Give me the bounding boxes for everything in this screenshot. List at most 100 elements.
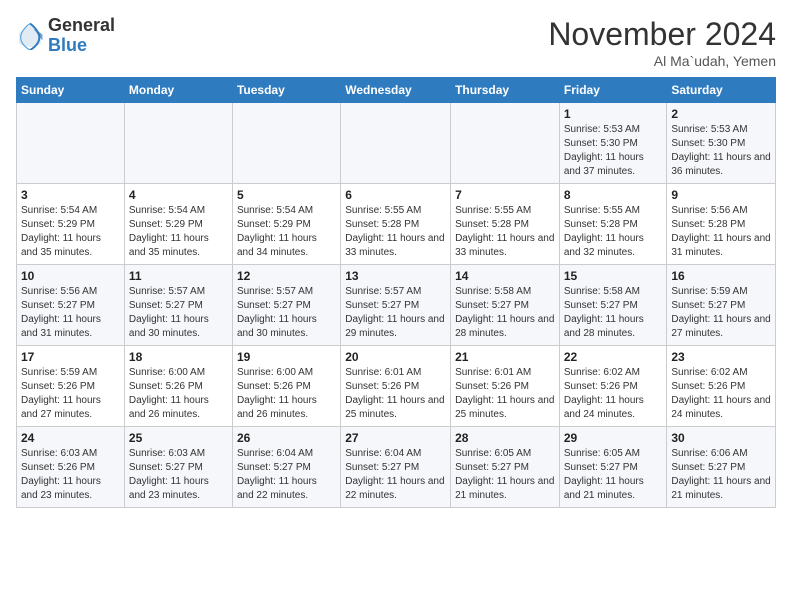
day-number: 18 [129,350,228,364]
day-number: 8 [564,188,663,202]
day-info: Sunrise: 6:05 AM Sunset: 5:27 PM Dayligh… [455,447,555,503]
day-number: 12 [237,269,336,283]
calendar-cell: 12 Sunrise: 5:57 AM Sunset: 5:27 PM Dayli… [232,265,340,346]
day-info: Sunrise: 6:02 AM Sunset: 5:26 PM Dayligh… [671,366,771,422]
day-info: Sunrise: 5:56 AM Sunset: 5:27 PM Dayligh… [21,285,120,341]
day-number: 23 [671,350,771,364]
day-number: 6 [345,188,446,202]
title-block: November 2024 Al Ma`udah, Yemen [548,16,776,69]
day-number: 11 [129,269,228,283]
day-number: 3 [21,188,120,202]
calendar-week-row: 17 Sunrise: 5:59 AM Sunset: 5:26 PM Dayli… [17,346,776,427]
weekday-header: Tuesday [232,78,340,103]
calendar-cell: 22 Sunrise: 6:02 AM Sunset: 5:26 PM Dayli… [559,346,667,427]
weekday-header: Wednesday [341,78,451,103]
calendar-cell: 14Sunrise: 5:58 AM Sunset: 5:27 PM Dayli… [451,265,560,346]
day-number: 2 [671,107,771,121]
calendar-cell: 17 Sunrise: 5:59 AM Sunset: 5:26 PM Dayli… [17,346,125,427]
day-number: 24 [21,431,120,445]
calendar-cell: 4 Sunrise: 5:54 AM Sunset: 5:29 PM Daylig… [124,184,232,265]
calendar-cell: 2Sunrise: 5:53 AM Sunset: 5:30 PM Daylig… [667,103,776,184]
day-number: 7 [455,188,555,202]
calendar-week-row: 1 Sunrise: 5:53 AM Sunset: 5:30 PM Daylig… [17,103,776,184]
day-info: Sunrise: 6:05 AM Sunset: 5:27 PM Dayligh… [564,447,663,503]
calendar-cell [17,103,125,184]
day-number: 15 [564,269,663,283]
calendar-cell: 10 Sunrise: 5:56 AM Sunset: 5:27 PM Dayli… [17,265,125,346]
weekday-header: Monday [124,78,232,103]
day-info: Sunrise: 6:00 AM Sunset: 5:26 PM Dayligh… [237,366,336,422]
page-header: General Blue November 2024 Al Ma`udah, Y… [16,16,776,69]
calendar-cell: 27 Sunrise: 6:04 AM Sunset: 5:27 PM Dayli… [341,427,451,508]
day-info: Sunrise: 5:54 AM Sunset: 5:29 PM Dayligh… [129,204,228,260]
logo-text: General Blue [48,16,115,56]
day-number: 19 [237,350,336,364]
calendar-cell [232,103,340,184]
calendar-cell: 5 Sunrise: 5:54 AM Sunset: 5:29 PM Daylig… [232,184,340,265]
weekday-header: Saturday [667,78,776,103]
calendar-cell [124,103,232,184]
month-title: November 2024 [548,16,776,53]
day-number: 5 [237,188,336,202]
day-number: 27 [345,431,446,445]
day-info: Sunrise: 6:01 AM Sunset: 5:26 PM Dayligh… [345,366,446,422]
day-info: Sunrise: 5:54 AM Sunset: 5:29 PM Dayligh… [21,204,120,260]
day-number: 10 [21,269,120,283]
day-info: Sunrise: 6:04 AM Sunset: 5:27 PM Dayligh… [345,447,446,503]
weekday-header: Friday [559,78,667,103]
calendar-week-row: 3 Sunrise: 5:54 AM Sunset: 5:29 PM Daylig… [17,184,776,265]
day-info: Sunrise: 6:02 AM Sunset: 5:26 PM Dayligh… [564,366,663,422]
day-info: Sunrise: 5:59 AM Sunset: 5:27 PM Dayligh… [671,285,771,341]
day-info: Sunrise: 6:04 AM Sunset: 5:27 PM Dayligh… [237,447,336,503]
day-info: Sunrise: 6:00 AM Sunset: 5:26 PM Dayligh… [129,366,228,422]
calendar-cell: 9Sunrise: 5:56 AM Sunset: 5:28 PM Daylig… [667,184,776,265]
day-number: 28 [455,431,555,445]
day-number: 4 [129,188,228,202]
day-info: Sunrise: 5:55 AM Sunset: 5:28 PM Dayligh… [345,204,446,260]
calendar-cell: 18 Sunrise: 6:00 AM Sunset: 5:26 PM Dayli… [124,346,232,427]
calendar-cell: 24 Sunrise: 6:03 AM Sunset: 5:26 PM Dayli… [17,427,125,508]
calendar-cell: 11Sunrise: 5:57 AM Sunset: 5:27 PM Dayli… [124,265,232,346]
day-number: 1 [564,107,663,121]
day-number: 14 [455,269,555,283]
day-number: 16 [671,269,771,283]
calendar-cell: 23 Sunrise: 6:02 AM Sunset: 5:26 PM Dayli… [667,346,776,427]
day-number: 13 [345,269,446,283]
day-info: Sunrise: 5:55 AM Sunset: 5:28 PM Dayligh… [564,204,663,260]
calendar-cell: 7 Sunrise: 5:55 AM Sunset: 5:28 PM Daylig… [451,184,560,265]
calendar-cell: 25 Sunrise: 6:03 AM Sunset: 5:27 PM Dayli… [124,427,232,508]
calendar-cell: 21Sunrise: 6:01 AM Sunset: 5:26 PM Dayli… [451,346,560,427]
location-subtitle: Al Ma`udah, Yemen [548,53,776,69]
calendar-cell: 3 Sunrise: 5:54 AM Sunset: 5:29 PM Daylig… [17,184,125,265]
day-info: Sunrise: 6:01 AM Sunset: 5:26 PM Dayligh… [455,366,555,422]
calendar-cell [341,103,451,184]
calendar-cell: 1 Sunrise: 5:53 AM Sunset: 5:30 PM Daylig… [559,103,667,184]
day-info: Sunrise: 5:53 AM Sunset: 5:30 PM Dayligh… [564,123,663,179]
day-number: 20 [345,350,446,364]
weekday-header: Sunday [17,78,125,103]
calendar-cell [451,103,560,184]
day-info: Sunrise: 5:56 AM Sunset: 5:28 PM Dayligh… [671,204,771,260]
day-number: 22 [564,350,663,364]
day-info: Sunrise: 5:54 AM Sunset: 5:29 PM Dayligh… [237,204,336,260]
day-info: Sunrise: 6:03 AM Sunset: 5:27 PM Dayligh… [129,447,228,503]
calendar-cell: 20 Sunrise: 6:01 AM Sunset: 5:26 PM Dayli… [341,346,451,427]
weekday-header: Thursday [451,78,560,103]
day-info: Sunrise: 6:03 AM Sunset: 5:26 PM Dayligh… [21,447,120,503]
calendar-cell: 15Sunrise: 5:58 AM Sunset: 5:27 PM Dayli… [559,265,667,346]
day-number: 26 [237,431,336,445]
day-number: 17 [21,350,120,364]
calendar-week-row: 10 Sunrise: 5:56 AM Sunset: 5:27 PM Dayli… [17,265,776,346]
day-number: 29 [564,431,663,445]
day-info: Sunrise: 5:59 AM Sunset: 5:26 PM Dayligh… [21,366,120,422]
day-info: Sunrise: 6:06 AM Sunset: 5:27 PM Dayligh… [671,447,771,503]
calendar-cell: 8 Sunrise: 5:55 AM Sunset: 5:28 PM Daylig… [559,184,667,265]
day-info: Sunrise: 5:57 AM Sunset: 5:27 PM Dayligh… [237,285,336,341]
day-info: Sunrise: 5:55 AM Sunset: 5:28 PM Dayligh… [455,204,555,260]
day-info: Sunrise: 5:57 AM Sunset: 5:27 PM Dayligh… [345,285,446,341]
calendar-cell: 13 Sunrise: 5:57 AM Sunset: 5:27 PM Dayli… [341,265,451,346]
day-number: 25 [129,431,228,445]
logo: General Blue [16,16,115,56]
weekday-header-row: SundayMondayTuesdayWednesdayThursdayFrid… [17,78,776,103]
day-number: 30 [671,431,771,445]
